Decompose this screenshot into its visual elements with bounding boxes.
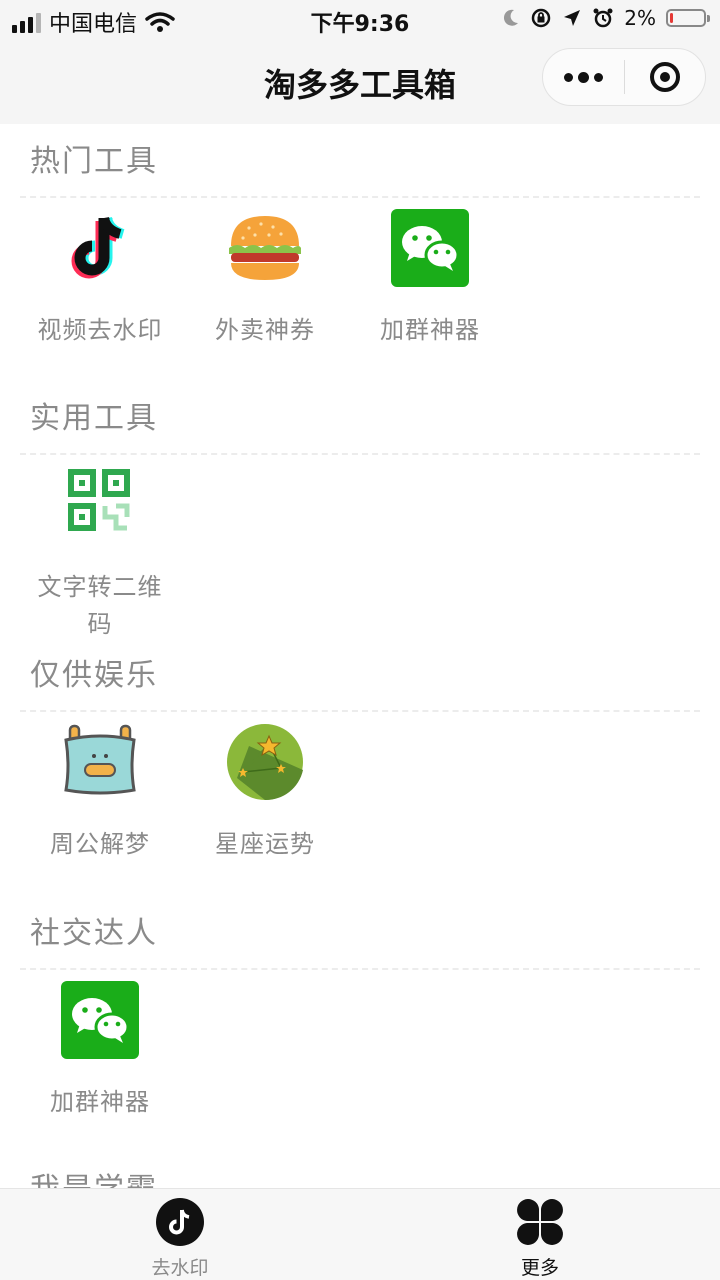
dot-icon xyxy=(564,72,573,82)
tab-label: 去水印 xyxy=(151,1257,209,1279)
constellation-icon xyxy=(225,722,305,802)
miniprogram-capsule xyxy=(542,48,706,106)
location-icon xyxy=(564,10,581,26)
tool-dream-interpretation[interactable]: 周公解梦 xyxy=(20,722,180,863)
more-button[interactable] xyxy=(543,49,624,105)
tab-watermark[interactable]: 去水印 xyxy=(120,1197,240,1280)
tool-horoscope[interactable]: 星座运势 xyxy=(185,722,345,863)
section-divider xyxy=(20,968,700,970)
tool-label: 加群神器 xyxy=(380,316,480,344)
tool-label: 外卖神券 xyxy=(215,316,315,344)
target-icon xyxy=(649,62,680,92)
tool-takeout-coupon[interactable]: 外卖神券 xyxy=(185,208,345,349)
tool-text-to-qrcode[interactable]: 文字转二维码 xyxy=(20,465,180,643)
section-title: 社交达人 xyxy=(30,916,158,951)
tool-join-group[interactable]: 加群神器 xyxy=(350,208,510,349)
section-divider xyxy=(20,710,700,712)
battery-percent: 2% xyxy=(624,6,656,30)
dot-icon xyxy=(594,72,603,82)
tool-video-watermark[interactable]: 视频去水印 xyxy=(20,208,180,349)
section-divider xyxy=(20,453,700,455)
section-title: 实用工具 xyxy=(30,401,158,436)
tool-label: 文字转二维码 xyxy=(37,573,163,638)
battery-icon xyxy=(666,9,710,27)
tab-label: 更多 xyxy=(520,1257,559,1279)
douyin-icon xyxy=(60,208,140,288)
status-right: 2% xyxy=(502,6,710,30)
section-title: 我是学霸 xyxy=(30,1164,158,1188)
tool-label: 视频去水印 xyxy=(37,316,163,344)
burger-icon xyxy=(225,208,305,288)
tool-label: 周公解梦 xyxy=(50,830,150,858)
grid-flower-icon xyxy=(517,1199,563,1245)
tool-join-group-social[interactable]: 加群神器 xyxy=(20,980,180,1121)
rotation-lock-icon xyxy=(532,8,551,28)
close-miniprogram-button[interactable] xyxy=(625,49,705,105)
moon-icon xyxy=(504,9,519,26)
section-title: 热门工具 xyxy=(30,144,158,179)
tool-label: 加群神器 xyxy=(50,1088,150,1116)
pillow-icon xyxy=(60,722,140,802)
status-bar: 中国电信 下午9:36 2% xyxy=(0,0,720,40)
dot-icon xyxy=(578,71,589,83)
douyin-tab-icon xyxy=(156,1198,204,1246)
section-divider xyxy=(20,196,700,198)
tool-list: 热门工具 视频去水印 外卖神券 加群神器 实用工具 文字转二维码 仅供娱乐 周公… xyxy=(0,124,720,1188)
section-title: 仅供娱乐 xyxy=(30,658,158,693)
tab-bar: 去水印 更多 xyxy=(0,1188,720,1280)
tool-label: 星座运势 xyxy=(215,830,315,858)
wechat-icon xyxy=(60,980,140,1060)
alarm-icon xyxy=(593,8,613,28)
nav-bar: 淘多多工具箱 xyxy=(0,40,720,124)
wechat-icon xyxy=(390,208,470,288)
qrcode-icon xyxy=(60,465,140,545)
tab-more[interactable]: 更多 xyxy=(480,1197,600,1280)
